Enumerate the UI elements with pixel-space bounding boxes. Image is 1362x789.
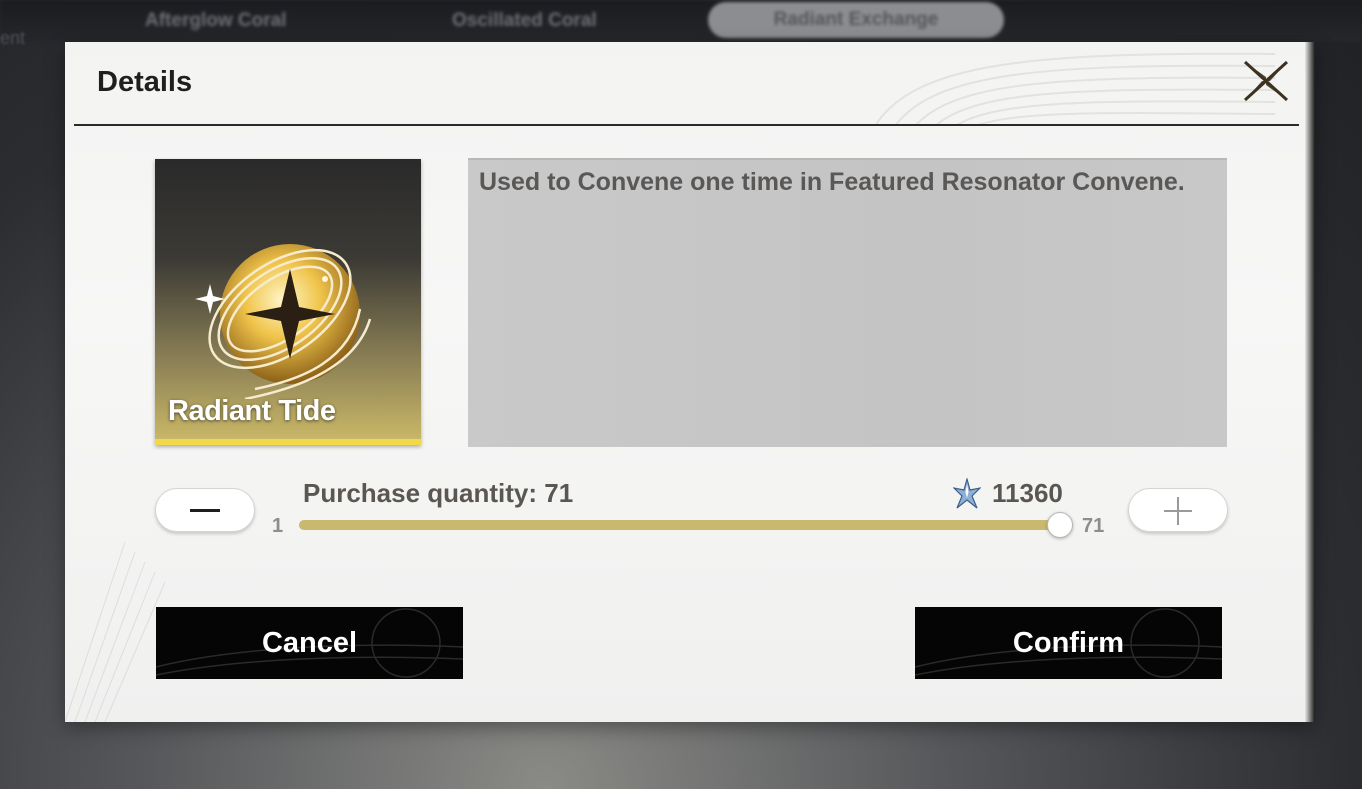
dialog-title: Details bbox=[97, 66, 193, 98]
background-tab-oscillated: Oscillated Coral bbox=[452, 10, 597, 31]
background-left-text: ent bbox=[0, 28, 26, 48]
confirm-button[interactable]: Confirm bbox=[915, 607, 1222, 679]
purchase-quantity-label: Purchase quantity: 71 bbox=[303, 478, 574, 508]
radiant-tide-orb-icon bbox=[195, 244, 372, 399]
decrease-quantity-button[interactable] bbox=[155, 488, 255, 532]
slider-max-label: 71 bbox=[1082, 515, 1105, 537]
cost-value: 11360 bbox=[992, 478, 1063, 508]
increase-quantity-button[interactable] bbox=[1128, 488, 1228, 532]
background-tab-afterglow: Afterglow Coral bbox=[145, 10, 287, 31]
slider-fill bbox=[299, 520, 1059, 530]
dialog-right-edge bbox=[1305, 42, 1315, 722]
item-tile: Radiant Tide bbox=[155, 159, 421, 445]
item-description-box: Used to Convene one time in Featured Res… bbox=[468, 158, 1227, 447]
quantity-slider[interactable] bbox=[299, 512, 1073, 538]
corner-decoration bbox=[65, 542, 166, 722]
header-decoration bbox=[874, 52, 1275, 126]
details-dialog: Details Radiant Tide Used to Convene one… bbox=[65, 42, 1315, 722]
background-tab-radiant: Radiant Exchange bbox=[708, 2, 1004, 38]
item-name: Radiant Tide bbox=[168, 395, 336, 427]
confirm-label: Confirm bbox=[1012, 627, 1125, 659]
slider-handle[interactable] bbox=[1047, 512, 1073, 538]
minus-icon bbox=[190, 509, 220, 512]
star-crystal-icon bbox=[953, 478, 981, 509]
title-divider bbox=[74, 124, 1299, 126]
slider-min-label: 1 bbox=[272, 515, 284, 537]
close-x-icon[interactable] bbox=[1241, 56, 1291, 106]
background-tab-bar: Afterglow Coral Oscillated Coral Radiant… bbox=[0, 0, 1362, 42]
item-description: Used to Convene one time in Featured Res… bbox=[479, 168, 1185, 196]
